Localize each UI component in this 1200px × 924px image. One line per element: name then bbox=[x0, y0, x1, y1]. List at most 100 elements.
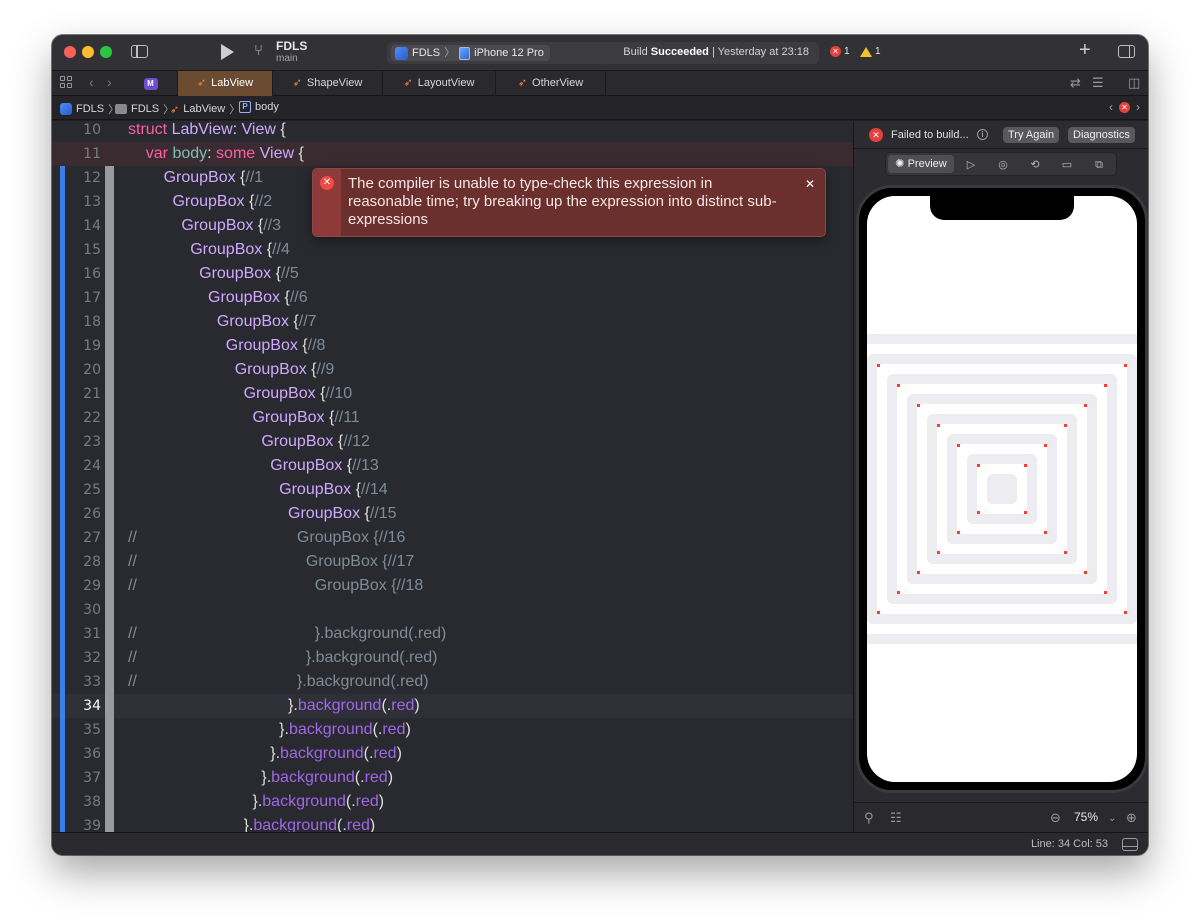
code-line[interactable]: 29 // GroupBox {//18 bbox=[52, 574, 853, 598]
code-fold-ribbon[interactable] bbox=[105, 406, 114, 430]
tab-labview[interactable]: ➶ LabView bbox=[178, 71, 273, 96]
code-fold-ribbon[interactable] bbox=[105, 742, 114, 766]
tab-otherview[interactable]: ➶ OtherView bbox=[496, 71, 606, 96]
code-line[interactable]: 23 GroupBox {//12 bbox=[52, 430, 853, 454]
code-fold-ribbon[interactable] bbox=[105, 814, 114, 832]
code-fold-ribbon[interactable] bbox=[105, 574, 114, 598]
zoom-out-icon[interactable]: ⊖ bbox=[1050, 810, 1061, 826]
minimize-window-button[interactable] bbox=[82, 46, 94, 58]
chevron-down-icon[interactable]: ⌄ bbox=[1108, 813, 1116, 824]
scheme-selector[interactable]: FDLS 〉 iPhone 12 Pro bbox=[391, 45, 550, 61]
code-line[interactable]: 39 }.background(.red) bbox=[52, 814, 853, 832]
rotate-device-icon[interactable]: ⟲ bbox=[1022, 157, 1048, 173]
code-fold-ribbon[interactable] bbox=[105, 382, 114, 406]
code-line[interactable]: 25 GroupBox {//14 bbox=[52, 478, 853, 502]
selectable-mode-icon[interactable]: ◎ bbox=[990, 157, 1016, 173]
zoom-in-icon[interactable]: ⊕ bbox=[1126, 810, 1137, 826]
code-fold-ribbon[interactable] bbox=[105, 646, 114, 670]
code-fold-ribbon[interactable] bbox=[105, 454, 114, 478]
forward-arrow-icon[interactable]: › bbox=[107, 74, 112, 90]
code-line[interactable]: 30 bbox=[52, 598, 853, 622]
code-line[interactable]: 26 GroupBox {//15 bbox=[52, 502, 853, 526]
try-again-button[interactable]: Try Again bbox=[1003, 127, 1060, 143]
code-fold-ribbon[interactable] bbox=[105, 790, 114, 814]
code-fold-ribbon[interactable] bbox=[105, 166, 114, 190]
add-library-icon[interactable]: + bbox=[1079, 40, 1091, 60]
breadcrumb-symbol[interactable]: P body bbox=[239, 101, 279, 113]
inspector-toggle-icon[interactable] bbox=[1118, 45, 1135, 58]
code-line[interactable]: 10 struct LabView: View { bbox=[52, 121, 853, 142]
next-issue-icon[interactable]: › bbox=[1136, 100, 1140, 114]
code-fold-ribbon[interactable] bbox=[105, 430, 114, 454]
back-arrow-icon[interactable]: ‹ bbox=[89, 74, 94, 90]
tab-markdown[interactable]: M bbox=[124, 71, 178, 96]
code-fold-ribbon[interactable] bbox=[105, 598, 114, 622]
diagnostics-button[interactable]: Diagnostics bbox=[1068, 127, 1135, 143]
close-window-button[interactable] bbox=[64, 46, 76, 58]
code-fold-ribbon[interactable] bbox=[105, 334, 114, 358]
code-fold-ribbon[interactable] bbox=[105, 694, 114, 718]
zoom-level[interactable]: 75% bbox=[1074, 810, 1098, 824]
close-icon[interactable]: ✕ bbox=[805, 177, 815, 191]
previous-issue-icon[interactable]: ‹ bbox=[1109, 100, 1113, 114]
code-line[interactable]: 34 }.background(.red) bbox=[52, 694, 853, 718]
code-line[interactable]: 31 // }.background(.red) bbox=[52, 622, 853, 646]
editor-options-icon[interactable]: ☰ bbox=[1092, 76, 1104, 90]
code-fold-ribbon[interactable] bbox=[105, 262, 114, 286]
code-fold-ribbon[interactable] bbox=[105, 478, 114, 502]
adjust-icon[interactable]: ☷ bbox=[890, 810, 902, 826]
info-icon[interactable]: i bbox=[977, 129, 988, 140]
navigator-toggle-icon[interactable] bbox=[131, 45, 148, 58]
code-line[interactable]: 37 }.background(.red) bbox=[52, 766, 853, 790]
split-editor-icon[interactable]: ◫ bbox=[1128, 76, 1140, 90]
code-line[interactable]: 35 }.background(.red) bbox=[52, 718, 853, 742]
debug-area-toggle-icon[interactable] bbox=[1122, 838, 1138, 851]
code-fold-ribbon[interactable] bbox=[105, 286, 114, 310]
branch-icon[interactable]: ⑂ bbox=[254, 43, 263, 58]
project-name[interactable]: FDLS bbox=[276, 39, 307, 53]
code-fold-ribbon[interactable] bbox=[105, 214, 114, 238]
code-fold-ribbon[interactable] bbox=[105, 670, 114, 694]
code-line[interactable]: 28 // GroupBox {//17 bbox=[52, 550, 853, 574]
code-line[interactable]: 22 GroupBox {//11 bbox=[52, 406, 853, 430]
code-line[interactable]: 18 GroupBox {//7 bbox=[52, 310, 853, 334]
live-preview-icon[interactable]: ▷ bbox=[958, 157, 984, 173]
code-line[interactable]: 27 // GroupBox {//16 bbox=[52, 526, 853, 550]
error-icon[interactable]: ✕ bbox=[1119, 101, 1130, 113]
code-fold-ribbon[interactable] bbox=[105, 766, 114, 790]
code-line[interactable]: 16 GroupBox {//5 bbox=[52, 262, 853, 286]
code-fold-ribbon[interactable] bbox=[105, 358, 114, 382]
code-fold-ribbon[interactable] bbox=[105, 238, 114, 262]
code-line[interactable]: 17 GroupBox {//6 bbox=[52, 286, 853, 310]
zoom-window-button[interactable] bbox=[100, 46, 112, 58]
duplicate-preview-icon[interactable]: ⧉ bbox=[1086, 157, 1112, 173]
code-line[interactable]: 24 GroupBox {//13 bbox=[52, 454, 853, 478]
device-settings-icon[interactable]: ▭ bbox=[1054, 157, 1080, 173]
code-fold-ribbon[interactable] bbox=[105, 622, 114, 646]
related-items-icon[interactable] bbox=[60, 76, 72, 88]
code-line[interactable]: 38 }.background(.red) bbox=[52, 790, 853, 814]
code-line[interactable]: 33 // }.background(.red) bbox=[52, 670, 853, 694]
code-line[interactable]: 11 var body: some View { bbox=[52, 142, 853, 166]
tab-shapeview[interactable]: ➶ ShapeView bbox=[273, 71, 383, 96]
warning-count-indicator[interactable]: 1 bbox=[860, 46, 881, 57]
error-count-indicator[interactable]: ✕ 1 bbox=[830, 46, 850, 57]
code-fold-ribbon[interactable] bbox=[105, 502, 114, 526]
code-line[interactable]: 36 }.background(.red) bbox=[52, 742, 853, 766]
breadcrumb-project[interactable]: FDLS 〉 bbox=[60, 101, 119, 117]
run-button[interactable] bbox=[221, 44, 234, 60]
code-fold-ribbon[interactable] bbox=[105, 310, 114, 334]
code-fold-ribbon[interactable] bbox=[105, 526, 114, 550]
code-line[interactable]: 15 GroupBox {//4 bbox=[52, 238, 853, 262]
code-line[interactable]: 32 // }.background(.red) bbox=[52, 646, 853, 670]
code-line[interactable]: 21 GroupBox {//10 bbox=[52, 382, 853, 406]
breadcrumb-folder[interactable]: FDLS 〉 bbox=[115, 101, 174, 117]
code-line[interactable]: 20 GroupBox {//9 bbox=[52, 358, 853, 382]
code-fold-ribbon[interactable] bbox=[105, 718, 114, 742]
code-fold-ribbon[interactable] bbox=[105, 550, 114, 574]
pin-icon[interactable]: ⚲ bbox=[864, 810, 874, 826]
breadcrumb-file[interactable]: ➶ LabView 〉 bbox=[170, 101, 240, 117]
tab-layoutview[interactable]: ➶ LayoutView bbox=[383, 71, 496, 96]
preview-mode-button[interactable]: ✺ Preview bbox=[888, 155, 954, 173]
refresh-icon[interactable]: ⇄ bbox=[1070, 76, 1081, 90]
